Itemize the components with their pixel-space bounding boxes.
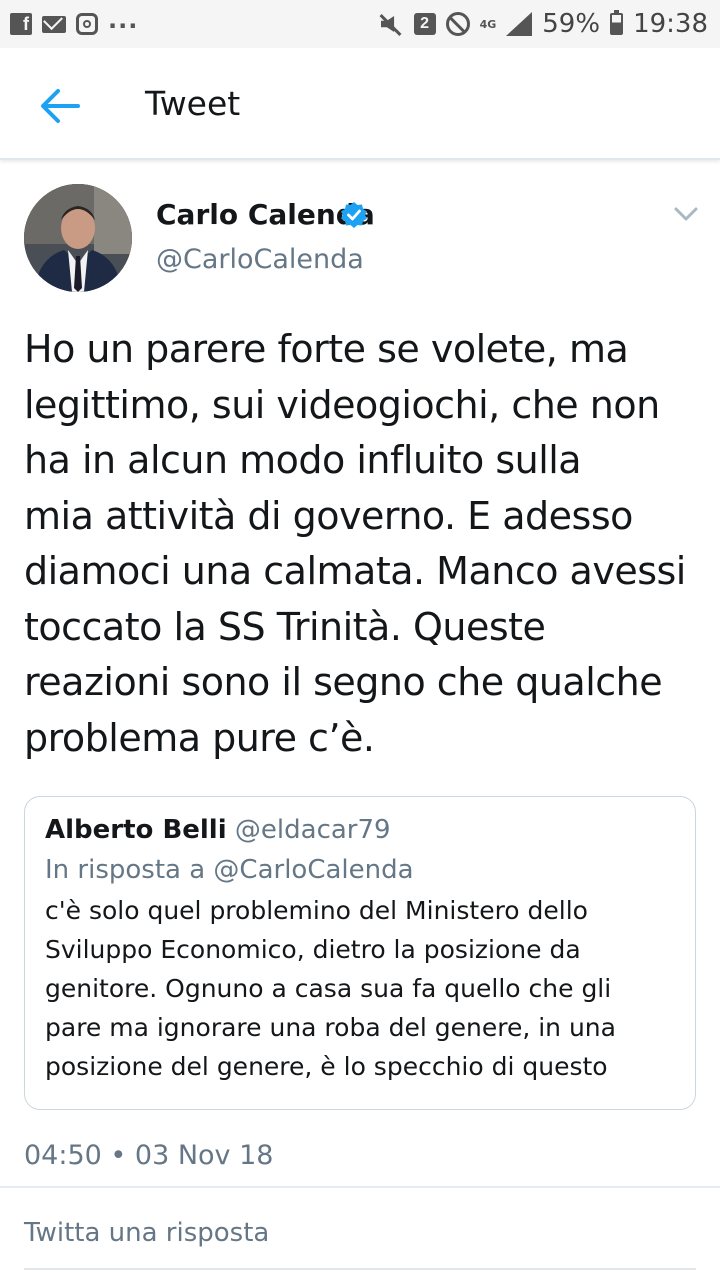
reply-input-underline (24, 1268, 696, 1270)
more-notifications-icon: ... (108, 6, 139, 34)
page-title: Tweet (145, 84, 241, 123)
back-button[interactable] (38, 86, 82, 126)
verified-badge-icon (341, 202, 367, 228)
battery-percent: 59% (542, 9, 601, 39)
notification-count-badge: 2 (413, 13, 436, 35)
clock: 19:38 (633, 9, 708, 39)
quoted-tweet-header: Alberto Belli @eldacar79 (45, 815, 675, 845)
reply-input[interactable]: Twitta una risposta (24, 1218, 269, 1248)
mute-icon (378, 12, 404, 36)
mail-icon (42, 15, 66, 33)
signal-icon (506, 12, 533, 36)
status-bar: f ... 2 4G 59% 19:38 (0, 0, 720, 48)
tweet-text: Ho un parere forte se volete, ma legitti… (24, 327, 686, 760)
quoted-author-name: Alberto Belli (45, 815, 227, 845)
facebook-icon: f (10, 13, 32, 35)
app-header: Tweet (0, 48, 720, 160)
battery-icon (610, 10, 624, 35)
do-not-disturb-icon (445, 12, 470, 36)
network-type: 4G (479, 17, 497, 31)
tweet-timestamp: 04:50 • 03 Nov 18 (24, 1140, 274, 1171)
avatar-image (24, 184, 132, 292)
chevron-down-icon[interactable] (672, 202, 700, 226)
instagram-icon (76, 13, 98, 35)
quoted-tweet-text: c'è solo quel problemino del Ministero d… (45, 896, 616, 1081)
quoted-reply-to: In risposta a @CarloCalenda (45, 855, 414, 885)
avatar[interactable] (24, 184, 132, 292)
author-handle[interactable]: @CarloCalenda (156, 244, 364, 275)
quoted-tweet[interactable]: Alberto Belli @eldacar79 In risposta a @… (24, 796, 696, 1110)
quoted-author-handle: @eldacar79 (234, 815, 391, 845)
arrow-left-icon (41, 89, 80, 123)
divider (0, 1186, 720, 1188)
